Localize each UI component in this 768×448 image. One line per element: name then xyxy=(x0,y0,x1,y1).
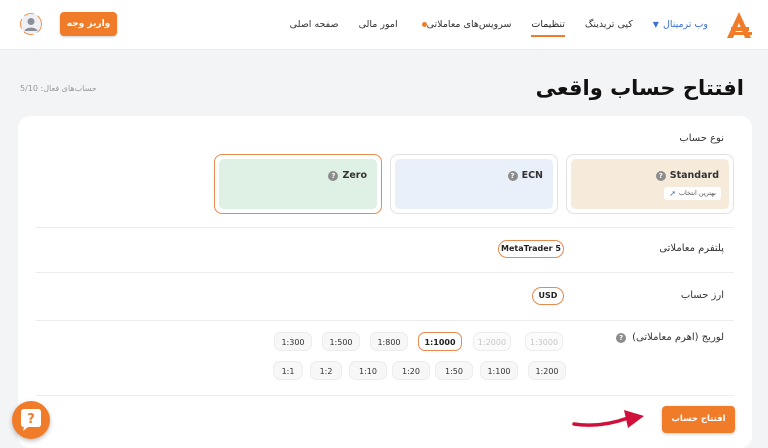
account-type-card-bg: ? ECN xyxy=(395,159,553,209)
page-title: افتتاح حساب واقعی xyxy=(535,76,744,100)
account-type-title: ECN xyxy=(521,170,543,181)
support-chat-button[interactable]: ? xyxy=(12,401,50,439)
leverage-option[interactable]: 1:800 xyxy=(370,332,408,351)
account-type-standard[interactable]: ? Standard بهترین انتخاب ➚ xyxy=(566,154,734,214)
leverage-option[interactable]: 1:20 xyxy=(392,361,430,380)
brand-logo-icon[interactable] xyxy=(724,10,754,40)
rocket-icon: ➚ xyxy=(669,189,676,198)
active-accounts-count: حساب‌های فعال: 5/10 xyxy=(20,84,97,93)
nav-finance[interactable]: امور مالی xyxy=(359,0,398,50)
nav-web-terminal[interactable]: وب ترمینال▼ xyxy=(653,0,708,50)
leverage-option[interactable]: 1:500 xyxy=(322,332,360,351)
leverage-label-text: لوریج (اهرم معاملاتی) xyxy=(632,332,724,343)
leverage-option[interactable]: 1:1 xyxy=(273,361,303,380)
leverage-option[interactable]: 1:200 xyxy=(528,361,566,380)
account-type-card-bg: ? Zero xyxy=(219,159,377,209)
account-type-title: Standard xyxy=(669,170,719,181)
chevron-down-icon: ▼ xyxy=(652,20,659,29)
account-type-name: ? Standard xyxy=(655,170,719,181)
divider xyxy=(36,320,734,321)
nav-settings[interactable]: تنظیمات xyxy=(531,0,565,50)
open-account-button[interactable]: افتتاح حساب xyxy=(662,406,735,433)
nav-web-terminal-label: وب ترمینال xyxy=(662,19,708,30)
best-choice-text: بهترین انتخاب xyxy=(678,189,716,197)
divider xyxy=(36,395,734,396)
currency-label: ارز حساب xyxy=(680,290,724,301)
leverage-option[interactable]: 1:10 xyxy=(349,361,387,380)
best-choice-badge: بهترین انتخاب ➚ xyxy=(664,187,721,200)
account-type-zero[interactable]: ? Zero xyxy=(214,154,382,214)
pointer-arrow-icon xyxy=(572,410,644,428)
top-navbar: صفحه اصلی امور مالی سرویس‌های معاملاتی ت… xyxy=(0,0,768,50)
nav-copy-trading[interactable]: کپی تریدینگ xyxy=(585,0,633,50)
open-account-form: نوع حساب ? Standard بهترین انتخاب ➚ ? ECN ?… xyxy=(18,116,752,448)
nav-home[interactable]: صفحه اصلی xyxy=(290,0,339,50)
leverage-option[interactable]: 1:2 xyxy=(310,361,342,380)
nav-trading-services[interactable]: سرویس‌های معاملاتی xyxy=(418,0,512,50)
leverage-option: 1:2000 xyxy=(473,332,511,351)
platform-label: پلتفرم معاملاتی xyxy=(659,243,724,254)
account-type-ecn[interactable]: ? ECN xyxy=(390,154,558,214)
leverage-option[interactable]: 1:300 xyxy=(274,332,312,351)
help-icon[interactable]: ? xyxy=(655,170,666,181)
account-type-title: Zero xyxy=(342,170,367,181)
svg-text:?: ? xyxy=(27,412,35,427)
user-avatar-icon[interactable] xyxy=(20,13,42,35)
account-type-name: ? ECN xyxy=(507,170,543,181)
chat-question-icon: ? xyxy=(21,409,41,431)
leverage-option[interactable]: 1:100 xyxy=(480,361,518,380)
account-type-name: ? Zero xyxy=(328,170,367,181)
account-type-label: نوع حساب xyxy=(679,133,724,144)
currency-value-pill[interactable]: USD xyxy=(532,287,564,305)
leverage-label: لوریج (اهرم معاملاتی) ? xyxy=(616,332,724,343)
leverage-option: 1:3000 xyxy=(525,332,563,351)
account-type-card-bg: ? Standard بهترین انتخاب ➚ xyxy=(571,159,729,209)
divider xyxy=(36,272,734,273)
main-nav: صفحه اصلی امور مالی سرویس‌های معاملاتی ت… xyxy=(290,0,708,50)
platform-value-pill[interactable]: MetaTrader 5 xyxy=(498,240,564,258)
nav-trading-services-label: سرویس‌های معاملاتی xyxy=(426,19,512,30)
deposit-button[interactable]: واریز وجه xyxy=(60,12,117,36)
help-icon[interactable]: ? xyxy=(507,170,518,181)
leverage-option-selected[interactable]: 1:1000 xyxy=(418,332,462,351)
divider xyxy=(36,227,734,228)
help-icon[interactable]: ? xyxy=(616,332,627,343)
help-icon[interactable]: ? xyxy=(328,170,339,181)
leverage-option[interactable]: 1:50 xyxy=(435,361,473,380)
